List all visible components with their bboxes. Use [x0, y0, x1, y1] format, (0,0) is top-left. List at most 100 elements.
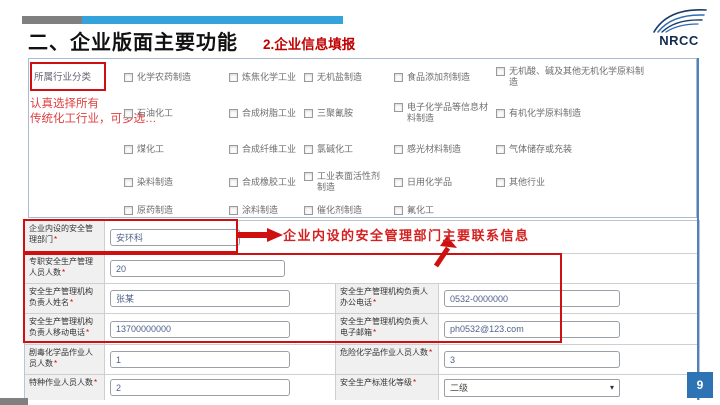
checkbox-label: 合成纤维工业: [242, 144, 296, 155]
std-level-label: 安全生产标准化等级*: [335, 375, 439, 400]
logo-text: NRCC: [648, 33, 710, 48]
industry-checkbox-option[interactable]: 无机酸、碱及其他无机化学原料制造: [496, 66, 656, 88]
checkbox-icon[interactable]: [124, 206, 133, 215]
checkbox-icon[interactable]: [229, 73, 238, 82]
industry-checkbox-option[interactable]: 合成橡胶工业: [229, 177, 304, 188]
special-count-input[interactable]: 2: [110, 379, 290, 396]
page-title: 二、企业版面主要功能: [28, 26, 238, 55]
checkbox-icon[interactable]: [394, 178, 403, 187]
checkbox-label: 原药制造: [137, 205, 173, 216]
checkbox-label: 石油化工: [137, 108, 173, 119]
industry-checkbox-option[interactable]: 涂料制造: [229, 205, 304, 216]
page-number-badge: 9: [687, 372, 713, 398]
checkbox-label: 气体储存或充装: [509, 144, 572, 155]
industry-checkbox-option[interactable]: 催化剂制造: [304, 205, 394, 216]
checkbox-icon[interactable]: [496, 67, 505, 76]
page-subtitle: 2.企业信息填报: [263, 33, 355, 53]
industry-checkbox-option[interactable]: 气体储存或充装: [496, 144, 656, 155]
special-count-label: 特种作业人员人数*: [25, 375, 105, 400]
logo-swoosh-icon: [648, 6, 710, 34]
checkbox-icon[interactable]: [304, 73, 313, 82]
checkbox-label: 合成橡胶工业: [242, 177, 296, 188]
checkbox-icon[interactable]: [496, 109, 505, 118]
checkbox-label: 工业表面活性剂制造: [317, 171, 388, 193]
checkbox-icon[interactable]: [124, 145, 133, 154]
checkbox-label: 氟化工: [407, 205, 434, 216]
form-row-worker-counts: 剧毒化学品作业人员人数* 1 危险化学品作业人员人数* 3: [25, 345, 699, 375]
industry-checkbox-option[interactable]: 石油化工: [124, 108, 229, 119]
industry-checkbox-option[interactable]: 炼焦化学工业: [229, 72, 304, 83]
checkbox-label: 其他行业: [509, 177, 545, 188]
checkbox-icon[interactable]: [394, 145, 403, 154]
header-accent-bar-blue: [82, 16, 343, 24]
checkbox-icon[interactable]: [394, 73, 403, 82]
checkbox-icon[interactable]: [124, 109, 133, 118]
industry-checkbox-option[interactable]: 食品添加剂制造: [394, 72, 496, 83]
industry-checkbox-option[interactable]: 煤化工: [124, 144, 229, 155]
checkbox-icon[interactable]: [394, 103, 403, 112]
checkbox-icon[interactable]: [304, 172, 313, 181]
checkbox-label: 电子化学品等信息材料制造: [407, 102, 490, 124]
chevron-down-icon: ▾: [610, 383, 614, 392]
hazmat-count-label: 危险化学品作业人员人数*: [335, 345, 439, 374]
std-level-select[interactable]: 二级 ▾: [444, 379, 620, 397]
industry-checkbox-option[interactable]: 化学农药制造: [124, 72, 229, 83]
std-level-value: 二级: [450, 381, 468, 394]
industry-checkbox-option[interactable]: 三聚氰胺: [304, 108, 394, 119]
toxic-count-label: 剧毒化学品作业人员人数*: [25, 345, 105, 374]
industry-checkbox-option[interactable]: 原药制造: [124, 205, 229, 216]
industry-checkbox-option[interactable]: 合成纤维工业: [229, 144, 304, 155]
industry-checkbox-option[interactable]: 合成树脂工业: [229, 108, 304, 119]
checkbox-label: 食品添加剂制造: [407, 72, 470, 83]
header-accent-bar-gray: [22, 16, 82, 24]
checkbox-icon[interactable]: [229, 178, 238, 187]
checkbox-icon[interactable]: [394, 206, 403, 215]
checkbox-icon[interactable]: [496, 145, 505, 154]
checkbox-icon[interactable]: [304, 145, 313, 154]
industry-checkbox-option[interactable]: 有机化学原料制造: [496, 108, 656, 119]
industry-checkbox-grid: 化学农药制造 炼焦化学工业 无机盐制造 食品添加剂制造 无机酸、碱及其他无机化学…: [124, 60, 656, 222]
toxic-count-input[interactable]: 1: [110, 351, 290, 368]
checkbox-label: 三聚氰胺: [317, 108, 353, 119]
checkbox-label: 有机化学原料制造: [509, 108, 581, 119]
checkbox-label: 炼焦化学工业: [242, 72, 296, 83]
panel-right-edge: [697, 58, 699, 400]
checkbox-label: 煤化工: [137, 144, 164, 155]
checkbox-label: 日用化学品: [407, 177, 452, 188]
checkbox-icon[interactable]: [229, 145, 238, 154]
checkbox-icon[interactable]: [124, 178, 133, 187]
checkbox-icon[interactable]: [229, 109, 238, 118]
red-highlight-dept-row: [23, 219, 238, 253]
industry-checkbox-option[interactable]: 电子化学品等信息材料制造: [394, 102, 496, 124]
industry-checkbox-option[interactable]: 其他行业: [496, 177, 656, 188]
nrcc-logo: NRCC: [648, 6, 710, 48]
bottom-left-corner-bar: [0, 398, 28, 405]
checkbox-label: 无机盐制造: [317, 72, 362, 83]
checkbox-label: 催化剂制造: [317, 205, 362, 216]
red-highlight-contact-rows: [23, 253, 562, 343]
industry-checkbox-option[interactable]: 氟化工: [394, 205, 496, 216]
checkbox-label: 感光材料制造: [407, 144, 461, 155]
industry-checkbox-option[interactable]: 无机盐制造: [304, 72, 394, 83]
red-arrow-right-icon: [237, 227, 289, 243]
checkbox-icon[interactable]: [496, 178, 505, 187]
checkbox-icon[interactable]: [304, 109, 313, 118]
slide: 二、企业版面主要功能 2.企业信息填报 NRCC 所属行业分类 认真选择所有 传…: [0, 0, 720, 405]
checkbox-label: 无机酸、碱及其他无机化学原料制造: [509, 66, 650, 88]
industry-checkbox-option[interactable]: 感光材料制造: [394, 144, 496, 155]
industry-checkbox-option[interactable]: 氯碱化工: [304, 144, 394, 155]
checkbox-icon[interactable]: [304, 206, 313, 215]
checkbox-label: 染料制造: [137, 177, 173, 188]
industry-checkbox-option[interactable]: 染料制造: [124, 177, 229, 188]
checkbox-label: 氯碱化工: [317, 144, 353, 155]
red-annotation-text: 企业内设的安全管理部门主要联系信息: [283, 225, 530, 244]
hazmat-count-input[interactable]: 3: [444, 351, 620, 368]
checkbox-label: 化学农药制造: [137, 72, 191, 83]
industry-checkbox-option[interactable]: 工业表面活性剂制造: [304, 171, 394, 193]
checkbox-icon[interactable]: [229, 206, 238, 215]
checkbox-label: 涂料制造: [242, 205, 278, 216]
checkbox-label: 合成树脂工业: [242, 108, 296, 119]
industry-checkbox-option[interactable]: 日用化学品: [394, 177, 496, 188]
checkbox-icon[interactable]: [124, 73, 133, 82]
red-highlight-industry-label: [30, 62, 106, 91]
